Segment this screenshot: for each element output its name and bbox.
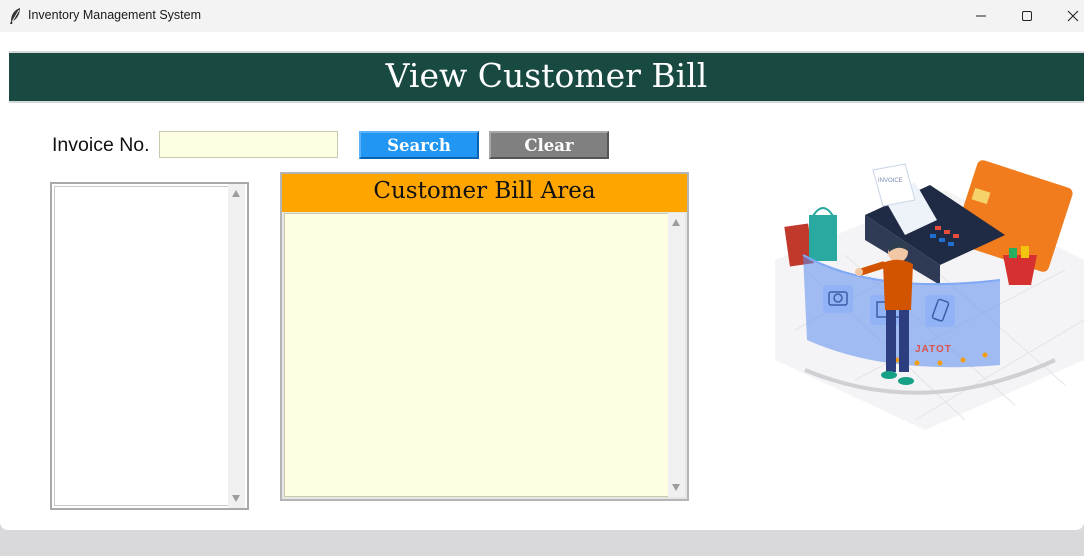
- shopping-pos-illustration: INVOICE JATOT: [775, 160, 1084, 430]
- maximize-icon: [1022, 11, 1032, 21]
- bill-area-header: Customer Bill Area: [282, 174, 687, 212]
- scroll-down-arrow-icon[interactable]: [232, 495, 240, 502]
- feather-icon: [8, 7, 22, 25]
- scroll-up-arrow-icon[interactable]: [232, 190, 240, 197]
- receipt-text: INVOICE: [878, 178, 903, 184]
- window-title: Inventory Management System: [28, 8, 201, 22]
- close-icon: [1067, 10, 1079, 22]
- bill-text-area[interactable]: [284, 213, 670, 497]
- page-header: View Customer Bill: [9, 51, 1084, 103]
- search-button[interactable]: Search: [359, 131, 479, 159]
- sign-text: JATOT: [915, 344, 952, 355]
- invoice-number-input[interactable]: [159, 131, 338, 158]
- invoice-list[interactable]: [50, 182, 249, 510]
- invoice-list-items[interactable]: [54, 186, 229, 506]
- invoice-number-label: Invoice No.: [52, 134, 150, 156]
- minimize-icon: [976, 15, 986, 17]
- page-title: View Customer Bill: [385, 56, 708, 95]
- invoice-list-scrollbar[interactable]: [228, 184, 245, 508]
- close-button[interactable]: [1050, 0, 1084, 32]
- bill-area-scrollbar[interactable]: [668, 213, 685, 497]
- scroll-up-arrow-icon[interactable]: [672, 219, 680, 226]
- app-window: Inventory Management System View Custome…: [0, 0, 1084, 530]
- maximize-button[interactable]: [1004, 0, 1050, 32]
- clear-button[interactable]: Clear: [489, 131, 609, 159]
- title-bar[interactable]: Inventory Management System: [0, 0, 1084, 32]
- minimize-button[interactable]: [958, 0, 1004, 32]
- customer-bill-panel: Customer Bill Area: [280, 172, 689, 501]
- scroll-down-arrow-icon[interactable]: [672, 484, 680, 491]
- bill-area-title: Customer Bill Area: [373, 178, 596, 204]
